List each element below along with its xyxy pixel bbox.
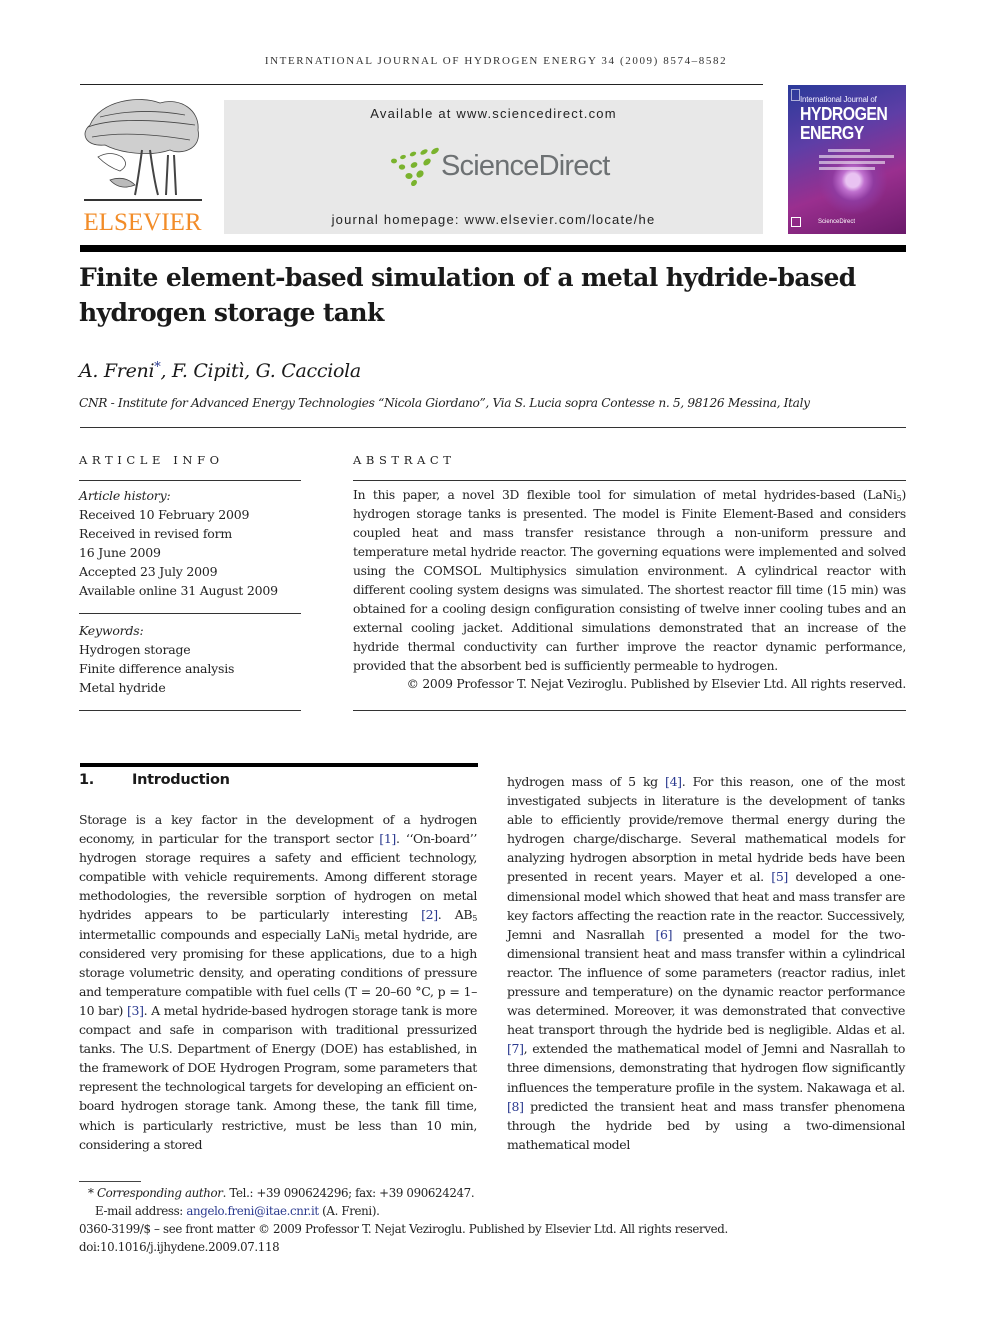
contact-info: . Tel.: +39 090624296; fax: +39 09062424… (222, 1186, 475, 1200)
body-text: predicted the transient heat and mass tr… (507, 1098, 905, 1152)
sciencedirect-wordmark: ScienceDirect (441, 150, 610, 182)
cover-sciencedirect-label: ScienceDirect (818, 219, 856, 225)
author-list: A. Freni*, F. Cipitì, G. Cacciola (79, 360, 361, 382)
history-item: Available online 31 August 2009 (79, 583, 278, 598)
history-item: Received 10 February 2009 (79, 507, 250, 522)
section-heading-introduction: 1. Introduction (79, 772, 230, 788)
citation-link[interactable]: [1] (379, 831, 396, 846)
article-info-rule (79, 480, 301, 481)
email-note: E-mail address: angelo.freni@itae.cnr.it… (79, 1202, 728, 1220)
keywords: Keywords: Hydrogen storage Finite differ… (79, 621, 234, 697)
citation-link[interactable]: [6] (655, 927, 672, 942)
history-item: 16 June 2009 (79, 545, 161, 560)
keyword-item: Hydrogen storage (79, 642, 191, 657)
article-history-label: Article history: (79, 488, 171, 503)
abstract-rule-top (353, 480, 906, 481)
body-text: intermetallic compounds and especially L… (79, 926, 355, 942)
body-column-left: Storage is a key factor in the developme… (79, 810, 477, 1154)
corresponding-author-note: * Corresponding author. Tel.: +39 090624… (79, 1184, 728, 1202)
header-rule (80, 84, 763, 85)
footnote-rule (79, 1181, 141, 1182)
keyword-item: Metal hydride (79, 680, 166, 695)
section-title: Introduction (132, 772, 230, 788)
cover-editor-lines (800, 149, 894, 173)
body-column-right: hydrogen mass of 5 kg [4]. For this reas… (507, 772, 905, 1154)
email-label: E-mail address: (95, 1204, 187, 1218)
sciencedirect-banner: Available at www.sciencedirect.com Scien… (224, 100, 763, 234)
cover-title-line-2: ENERGY (800, 123, 864, 143)
footnotes: * Corresponding author. Tel.: +39 090624… (79, 1184, 728, 1256)
history-item: Accepted 23 July 2009 (79, 564, 218, 579)
citation-link[interactable]: [7] (507, 1041, 524, 1056)
sciencedirect-dots-icon (391, 147, 439, 187)
cover-hb-icon (791, 217, 801, 227)
citation-link[interactable]: [3] (127, 1003, 144, 1018)
body-text: hydrogen mass of 5 kg (507, 774, 666, 789)
email-owner: (A. Freni). (318, 1204, 380, 1218)
citation-link[interactable]: [8] (507, 1099, 524, 1114)
history-rule (79, 613, 301, 614)
abstract-heading: ABSTRACT (353, 453, 456, 467)
body-text: . A metal hydride-based hydrogen storage… (79, 1002, 478, 1152)
elsevier-logo[interactable]: ELSEVIER (80, 95, 205, 237)
section-number: 1. (79, 772, 94, 788)
keywords-label: Keywords: (79, 623, 144, 638)
cover-journal-prefix: International Journal of (800, 95, 877, 104)
affiliation: CNR - Institute for Advanced Energy Tech… (79, 396, 810, 410)
article-title: Finite element-based simulation of a met… (79, 263, 856, 327)
article-info-heading: ARTICLE INFO (79, 453, 224, 467)
sciencedirect-availability[interactable]: Available at www.sciencedirect.com (224, 106, 763, 121)
abstract-text-part: ) hydrogen storage tanks is presented. T… (353, 488, 906, 673)
journal-cover-thumbnail[interactable]: International Journal of HYDROGEN ENERGY… (788, 85, 906, 234)
cover-title-line-1: HYDROGEN (800, 104, 888, 124)
citation-link[interactable]: [4] (665, 774, 682, 789)
section-rule (80, 763, 478, 767)
doi-link[interactable]: doi:10.1016/j.ijhydene.2009.07.118 (79, 1238, 728, 1256)
keywords-rule (79, 710, 301, 711)
citation-link[interactable]: [2] (421, 907, 438, 922)
elsevier-wordmark: ELSEVIER (83, 209, 202, 236)
footnote-marker: * (88, 1186, 94, 1200)
elsevier-tree-icon (84, 99, 202, 201)
body-text: . AB (437, 907, 473, 923)
masthead-rule (80, 245, 906, 252)
cover-journal-title: HYDROGEN ENERGY (800, 104, 888, 143)
keyword-item: Finite difference analysis (79, 661, 235, 676)
email-link[interactable]: angelo.freni@itae.cnr.it (186, 1204, 319, 1218)
author-name[interactable]: A. Freni (79, 360, 155, 382)
citation-link[interactable]: [5] (771, 869, 788, 884)
article-history: Article history: Received 10 February 20… (79, 486, 278, 600)
cover-elsevier-icon (791, 89, 800, 101)
running-head: INTERNATIONAL JOURNAL OF HYDROGEN ENERGY… (264, 55, 728, 67)
affiliation-rule (80, 427, 906, 428)
abstract-rule-bottom (353, 710, 906, 711)
body-text: , extended the mathematical model of Jem… (507, 1041, 905, 1095)
sciencedirect-logo[interactable]: ScienceDirect (389, 146, 610, 187)
abstract-copyright: © 2009 Professor T. Nejat Veziroglu. Pub… (406, 677, 907, 691)
author-names-rest: , F. Cipitì, G. Cacciola (160, 360, 361, 382)
abstract-text-part: In this paper, a novel 3D flexible tool … (353, 488, 897, 502)
body-text: presented a model for the two-dimensiona… (507, 926, 905, 1038)
history-item: Received in revised form (79, 526, 233, 541)
abstract-text: In this paper, a novel 3D flexible tool … (353, 486, 906, 676)
body-text: . For this reason, one of the most inves… (507, 774, 905, 885)
front-matter-line: 0360-3199/$ – see front matter © 2009 Pr… (79, 1222, 728, 1236)
corresponding-author-label: Corresponding author (96, 1186, 223, 1200)
subscript: 5 (472, 914, 477, 924)
journal-homepage-link[interactable]: journal homepage: www.elsevier.com/locat… (224, 212, 763, 227)
